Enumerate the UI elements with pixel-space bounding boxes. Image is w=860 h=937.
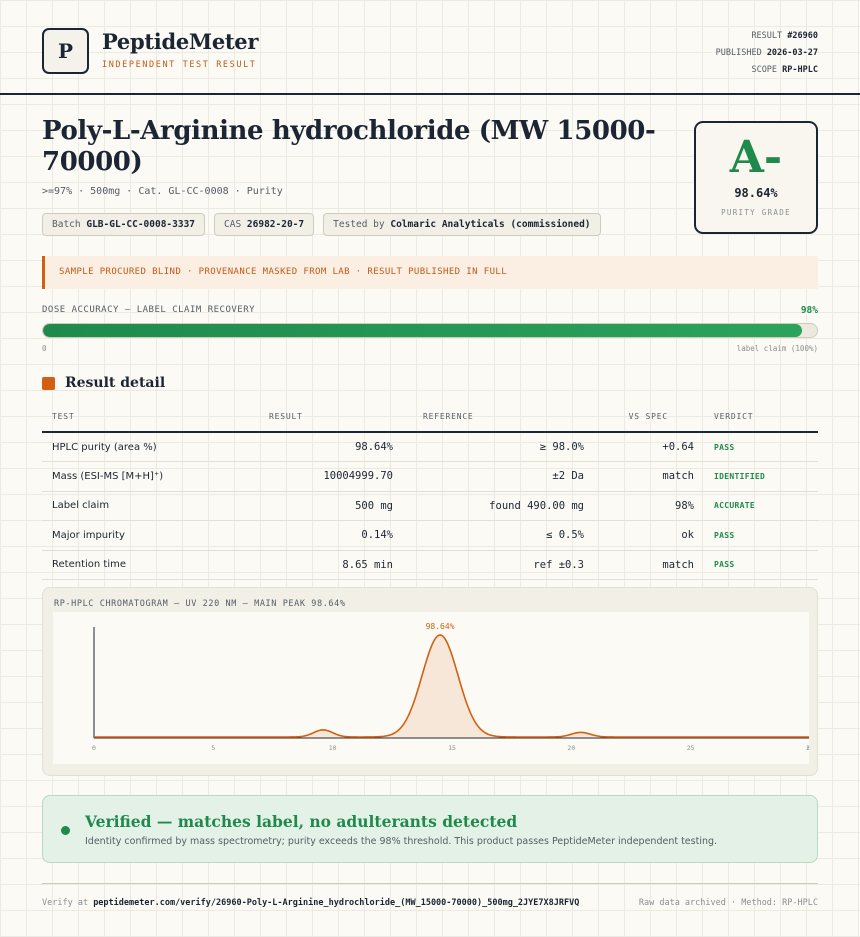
result-id-value: #26960 bbox=[787, 31, 818, 41]
tested-by-label: Tested by bbox=[333, 219, 385, 230]
dose-progress-bar bbox=[42, 323, 818, 338]
header-divider bbox=[0, 93, 860, 95]
grade-value: 98.64% bbox=[734, 186, 778, 200]
dose-accuracy-label: DOSE ACCURACY — LABEL CLAIM RECOVERY bbox=[42, 305, 256, 315]
cell-verdict: PASS bbox=[704, 432, 818, 462]
provenance-banner: SAMPLE PROCURED BLIND · PROVENANCE MASKE… bbox=[42, 256, 818, 289]
chromatogram-title: RP-HPLC CHROMATOGRAM — UV 220 NM — MAIN … bbox=[54, 599, 346, 609]
footer-divider bbox=[42, 883, 818, 884]
tested-by-value: Colmaric Analyticals (commissioned) bbox=[390, 219, 591, 230]
published-label: PUBLISHED bbox=[715, 48, 762, 58]
results-table: TEST RESULT REFERENCE VS SPEC VERDICT HP… bbox=[42, 402, 818, 580]
x-tick-label: 20 bbox=[567, 744, 575, 752]
cell-test: Label claim bbox=[42, 491, 207, 521]
grade-label: PURITY GRADE bbox=[721, 208, 791, 217]
main-peak-label: 98.64% bbox=[426, 622, 455, 631]
brand-tagline: INDEPENDENT TEST RESULT bbox=[102, 60, 257, 70]
batch-label: Batch bbox=[52, 219, 81, 230]
verify-link[interactable]: peptidemeter.com/verify/26960-Poly-L-Arg… bbox=[93, 898, 579, 908]
chromatogram-chart: 051015202530min98.64% bbox=[53, 612, 809, 764]
cell-test: Mass (ESI-MS [M+H]⁺) bbox=[42, 461, 207, 492]
cell-reference: ref ±0.3 bbox=[403, 550, 594, 580]
cell-result: 98.64% bbox=[207, 432, 403, 462]
cell-result: 8.65 min bbox=[207, 550, 403, 580]
cell-vs-spec: ok bbox=[594, 520, 704, 551]
grade-letter: A- bbox=[729, 132, 783, 183]
cell-verdict: PASS bbox=[704, 550, 818, 580]
cell-reference: ≤ 0.5% bbox=[403, 520, 594, 551]
col-reference: REFERENCE bbox=[403, 402, 594, 433]
table-row: Major impurity 0.14% ≤ 0.5% ok PASS bbox=[42, 520, 818, 551]
cell-vs-spec: 98% bbox=[594, 491, 704, 521]
cell-verdict: IDENTIFIED bbox=[704, 461, 818, 492]
dose-progress-fill bbox=[43, 324, 802, 337]
cell-result: 500 mg bbox=[207, 491, 403, 521]
x-tick-label: 5 bbox=[211, 744, 215, 752]
x-tick-label: 25 bbox=[687, 744, 695, 752]
cell-test: Retention time bbox=[42, 550, 207, 580]
scope-line: SCOPE RP-HPLC bbox=[716, 62, 818, 79]
table-row: HPLC purity (area %) 98.64% ≥ 98.0% +0.6… bbox=[42, 432, 818, 462]
cell-reference: ±2 Da bbox=[403, 461, 594, 492]
verified-title: Verified — matches label, no adulterants… bbox=[85, 812, 518, 831]
col-test: TEST bbox=[42, 402, 207, 433]
brand-name[interactable]: PeptideMeter bbox=[102, 29, 258, 54]
cell-vs-spec: +0.64 bbox=[594, 432, 704, 462]
report-meta: RESULT #26960 PUBLISHED 2026-03-27 SCOPE… bbox=[716, 28, 818, 79]
tested-by-chip: Tested by Colmaric Analyticals (commissi… bbox=[323, 213, 601, 236]
table-header-row: TEST RESULT REFERENCE VS SPEC VERDICT bbox=[42, 402, 818, 433]
x-unit-label: min bbox=[807, 744, 809, 752]
cell-result: 0.14% bbox=[207, 520, 403, 551]
cell-verdict: ACCURATE bbox=[704, 491, 818, 521]
cell-test: Major impurity bbox=[42, 520, 207, 551]
verified-text: Identity confirmed by mass spectrometry;… bbox=[85, 836, 718, 847]
result-id-line: RESULT #26960 bbox=[716, 28, 818, 45]
cell-result: 10004999.70 bbox=[207, 461, 403, 492]
product-chips: Batch GLB-GL-CC-0008-3337 CAS 26982-20-7… bbox=[42, 213, 601, 236]
dose-accuracy-percent: 98% bbox=[800, 305, 818, 316]
x-tick-label: 15 bbox=[448, 744, 456, 752]
cell-reference: found 490.00 mg bbox=[403, 491, 594, 521]
verified-dot-icon bbox=[61, 826, 70, 835]
col-vs-spec: VS SPEC bbox=[594, 402, 704, 433]
table-row: Label claim 500 mg found 490.00 mg 98% A… bbox=[42, 491, 818, 521]
published-line: PUBLISHED 2026-03-27 bbox=[716, 45, 818, 62]
published-value: 2026-03-27 bbox=[766, 48, 818, 58]
x-tick-label: 0 bbox=[92, 744, 96, 752]
verify-prefix: Verify at bbox=[42, 898, 89, 908]
cas-value: 26982-20-7 bbox=[246, 219, 305, 230]
section-marker-icon bbox=[42, 377, 55, 390]
verify-line: Verify at peptidemeter.com/verify/26960-… bbox=[42, 898, 579, 908]
report-header: P PeptideMeter INDEPENDENT TEST RESULT R… bbox=[42, 28, 818, 76]
cell-vs-spec: match bbox=[594, 550, 704, 580]
table-row: Mass (ESI-MS [M+H]⁺) 10004999.70 ±2 Da m… bbox=[42, 461, 818, 492]
col-verdict: VERDICT bbox=[704, 402, 818, 433]
product-title: Poly-L-Arginine hydrochloride (MW 15000-… bbox=[42, 116, 656, 177]
product-subline: >=97% · 500mg · Cat. GL-CC-0008 · Purity bbox=[42, 186, 283, 197]
table-row: Retention time 8.65 min ref ±0.3 match P… bbox=[42, 550, 818, 580]
batch-value: GLB-GL-CC-0008-3337 bbox=[86, 219, 196, 230]
chromatogram-card: RP-HPLC CHROMATOGRAM — UV 220 NM — MAIN … bbox=[42, 587, 818, 776]
cell-test: HPLC purity (area %) bbox=[42, 432, 207, 462]
dose-min-label: 0 bbox=[42, 344, 47, 353]
scope-value: RP-HPLC bbox=[782, 65, 818, 75]
purity-grade-card: A- 98.64% PURITY GRADE bbox=[694, 121, 818, 234]
result-id-label: RESULT bbox=[751, 31, 783, 41]
batch-chip: Batch GLB-GL-CC-0008-3337 bbox=[42, 213, 206, 236]
cell-verdict: PASS bbox=[704, 520, 818, 551]
verified-panel: Verified — matches label, no adulterants… bbox=[42, 795, 818, 863]
footer-method: Raw data archived · Method: RP-HPLC bbox=[638, 898, 818, 908]
cell-vs-spec: match bbox=[594, 461, 704, 492]
cas-chip: CAS 26982-20-7 bbox=[214, 213, 315, 236]
col-result: RESULT bbox=[207, 402, 403, 433]
section-title: Result detail bbox=[65, 375, 166, 391]
dose-max-label: label claim (100%) bbox=[736, 344, 818, 353]
x-tick-label: 10 bbox=[329, 744, 337, 752]
cas-label: CAS bbox=[224, 219, 242, 230]
logo-icon: P bbox=[42, 28, 89, 74]
cell-reference: ≥ 98.0% bbox=[403, 432, 594, 462]
scope-label: SCOPE bbox=[751, 65, 778, 75]
